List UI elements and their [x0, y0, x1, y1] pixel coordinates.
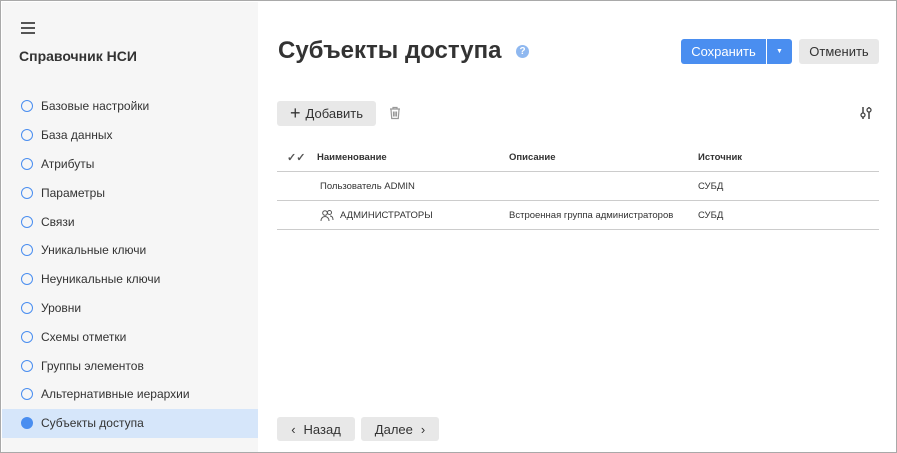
window: Справочник НСИ Базовые настройки База да… [0, 0, 897, 453]
table-row[interactable]: Пользователь ADMIN СУБД [277, 172, 879, 201]
step-circle-icon [21, 388, 33, 401]
sidebar-item-label: Уникальные ключи [41, 243, 147, 258]
sidebar-item-database[interactable]: База данных [2, 121, 258, 150]
sidebar-item-label: Схемы отметки [41, 329, 127, 344]
back-button[interactable]: ‹ Назад [277, 417, 355, 441]
cell-description: Встроенная группа администраторов [509, 209, 674, 221]
step-circle-icon [21, 417, 33, 430]
next-label: Далее [374, 421, 413, 437]
column-header-name[interactable]: Наименование [317, 152, 509, 163]
page-title: Субъекты доступа [278, 37, 502, 64]
cancel-button[interactable]: Отменить [799, 39, 879, 64]
sidebar-nav: Базовые настройки База данных Атрибуты П… [2, 92, 258, 438]
chevron-right-icon: › [420, 421, 426, 437]
column-settings-icon[interactable] [858, 105, 874, 121]
sidebar-item-label: Субъекты доступа [41, 416, 144, 431]
step-circle-icon [21, 129, 33, 142]
cell-name: Пользователь ADMIN [320, 180, 415, 192]
sidebar-item-label: Уровни [41, 300, 82, 315]
sidebar-item-alt-hierarchies[interactable]: Альтернативные иерархии [2, 380, 258, 409]
sidebar: Справочник НСИ Базовые настройки База да… [2, 2, 258, 452]
cell-name: АДМИНИСТРАТОРЫ [340, 209, 433, 221]
sidebar-item-label: Связи [41, 214, 75, 229]
trash-icon[interactable] [388, 106, 402, 120]
add-button[interactable]: + Добавить [277, 101, 376, 126]
select-all-icon[interactable]: ✓✓ [277, 151, 317, 164]
column-header-description[interactable]: Описание [509, 152, 698, 163]
step-circle-icon [21, 215, 33, 228]
step-circle-icon [21, 301, 33, 314]
group-icon [320, 209, 334, 221]
step-circle-icon [21, 186, 33, 199]
column-header-source[interactable]: Источник [698, 152, 878, 163]
table-row[interactable]: АДМИНИСТРАТОРЫ Встроенная группа админис… [277, 201, 879, 230]
subjects-table: ✓✓ Наименование Описание Источник Пользо… [277, 143, 879, 230]
help-icon[interactable]: ? [516, 45, 529, 58]
sidebar-item-nonunique-keys[interactable]: Неуникальные ключи [2, 265, 258, 294]
plus-icon: + [290, 103, 301, 123]
sidebar-item-mark-schemes[interactable]: Схемы отметки [2, 322, 258, 351]
sidebar-item-label: Неуникальные ключи [41, 272, 161, 287]
step-circle-icon [21, 359, 33, 372]
cell-source: СУБД [698, 209, 724, 221]
step-circle-icon [21, 244, 33, 257]
sidebar-item-basic-settings[interactable]: Базовые настройки [2, 92, 258, 121]
save-button[interactable]: Сохранить [681, 39, 766, 64]
step-circle-icon [21, 273, 33, 286]
sidebar-item-label: Альтернативные иерархии [41, 387, 190, 402]
sidebar-item-unique-keys[interactable]: Уникальные ключи [2, 236, 258, 265]
sidebar-item-label: База данных [41, 128, 113, 143]
sidebar-item-label: Параметры [41, 185, 105, 200]
step-circle-icon [21, 100, 33, 113]
sidebar-item-parameters[interactable]: Параметры [2, 178, 258, 207]
sidebar-item-label: Базовые настройки [41, 99, 150, 114]
back-label: Назад [303, 421, 341, 437]
step-circle-icon [21, 330, 33, 343]
save-dropdown-button[interactable]: ▼ [767, 39, 792, 64]
sidebar-item-label: Атрибуты [41, 156, 95, 171]
caret-down-icon: ▼ [776, 48, 783, 55]
sidebar-item-element-groups[interactable]: Группы элементов [2, 351, 258, 380]
menu-icon[interactable] [21, 22, 35, 34]
next-button[interactable]: Далее › [361, 417, 439, 441]
sidebar-item-attributes[interactable]: Атрибуты [2, 150, 258, 179]
sidebar-item-levels[interactable]: Уровни [2, 294, 258, 323]
cell-source: СУБД [698, 180, 724, 192]
sidebar-item-label: Группы элементов [41, 358, 144, 373]
sidebar-item-access-subjects[interactable]: Субъекты доступа [2, 408, 258, 438]
sidebar-item-links[interactable]: Связи [2, 207, 258, 236]
sidebar-title: Справочник НСИ [19, 48, 137, 64]
table-header: ✓✓ Наименование Описание Источник [277, 143, 879, 172]
chevron-left-icon: ‹ [291, 421, 296, 437]
add-label: Добавить [305, 106, 363, 121]
step-circle-icon [21, 157, 33, 170]
